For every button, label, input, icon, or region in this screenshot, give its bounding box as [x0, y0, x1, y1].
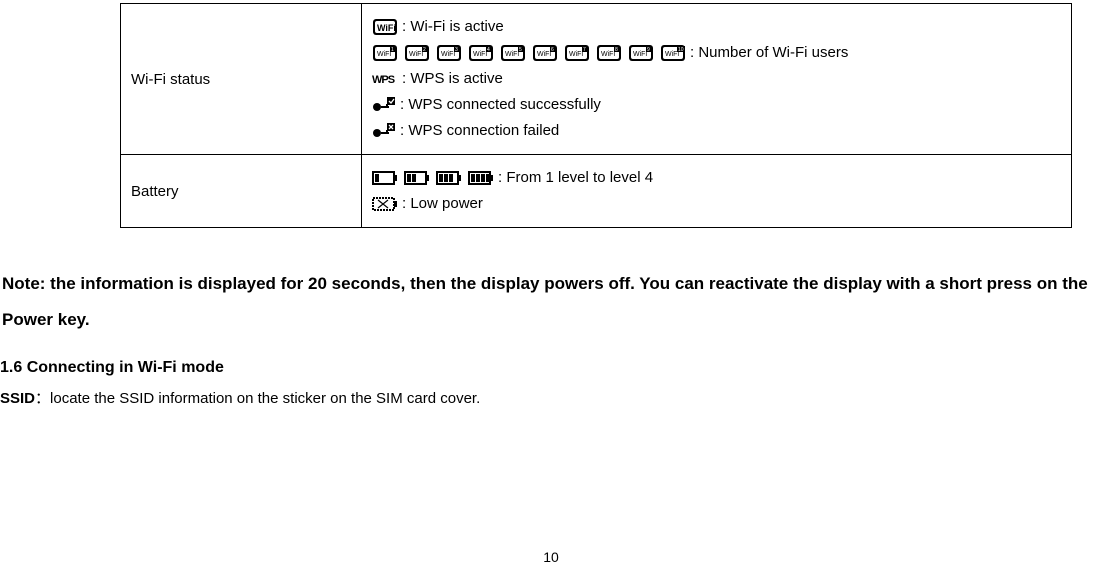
svg-text:WiFi: WiFi: [633, 51, 647, 58]
svg-text:WiFi: WiFi: [537, 51, 551, 58]
svg-text:WiFi: WiFi: [473, 51, 487, 58]
page-number: 10: [0, 549, 1102, 565]
battery-low-icon: [372, 196, 398, 212]
wps-fail-text: : WPS connection failed: [400, 120, 559, 142]
battery-levels-text: : From 1 level to level 4: [498, 167, 653, 189]
battery-label: Battery: [121, 155, 362, 228]
battery-levels-icons: [372, 170, 494, 186]
wifi-users-text: : Number of Wi-Fi users: [690, 42, 848, 64]
wps-fail-icon: [372, 123, 396, 139]
section-heading: 1.6 Connecting in Wi-Fi mode: [0, 359, 1102, 377]
svg-text:WiFi: WiFi: [441, 51, 455, 58]
svg-text:WiFi: WiFi: [505, 51, 519, 58]
svg-text:4: 4: [487, 47, 490, 53]
wifi-status-label: Wi-Fi status: [121, 4, 362, 155]
wifi-active-text: : Wi-Fi is active: [402, 16, 504, 38]
svg-text:WiFi: WiFi: [377, 51, 391, 58]
note-text: Note: the information is displayed for 2…: [0, 266, 1102, 337]
svg-text:6: 6: [551, 47, 554, 53]
svg-text:1: 1: [391, 47, 394, 53]
table-row: Battery : From 1 level to level 4: [121, 155, 1072, 228]
svg-text:8: 8: [615, 47, 618, 53]
wifi-users-icons: WiFi1 WiFi2 WiFi3 WiFi4 WiFi5 WiFi6 WiFi…: [372, 44, 686, 62]
svg-text:3: 3: [455, 47, 458, 53]
wps-active-text: : WPS is active: [402, 68, 503, 90]
ssid-label: SSID: [0, 390, 35, 407]
svg-text:5: 5: [519, 47, 522, 53]
svg-text:WiFi: WiFi: [601, 51, 615, 58]
wps-ok-icon: [372, 97, 396, 113]
svg-text:WiFi: WiFi: [377, 23, 396, 33]
ssid-line: SSID：locate the SSID information on the …: [0, 387, 1102, 408]
battery-low-text: : Low power: [402, 193, 483, 215]
wifi-status-desc: WiFi : Wi-Fi is active WiFi1 WiFi2 WiFi3…: [362, 4, 1072, 155]
svg-text:9: 9: [647, 47, 650, 53]
battery-desc: : From 1 level to level 4 : Low power: [362, 155, 1072, 228]
wps-ok-text: : WPS connected successfully: [400, 94, 601, 116]
svg-text:WiFi: WiFi: [409, 51, 423, 58]
ssid-text: locate the SSID information on the stick…: [50, 390, 480, 407]
table-row: Wi-Fi status WiFi : Wi-Fi is active WiFi…: [121, 4, 1072, 155]
wps-icon: WPS: [372, 72, 398, 86]
svg-text:2: 2: [423, 47, 426, 53]
svg-text:7: 7: [583, 47, 586, 53]
svg-text:WiFi: WiFi: [569, 51, 583, 58]
info-table: Wi-Fi status WiFi : Wi-Fi is active WiFi…: [120, 3, 1072, 228]
svg-text:WPS: WPS: [372, 74, 395, 86]
wifi-icon: WiFi: [372, 18, 398, 36]
ssid-sep: ：: [35, 390, 50, 407]
svg-text:10: 10: [678, 47, 684, 53]
